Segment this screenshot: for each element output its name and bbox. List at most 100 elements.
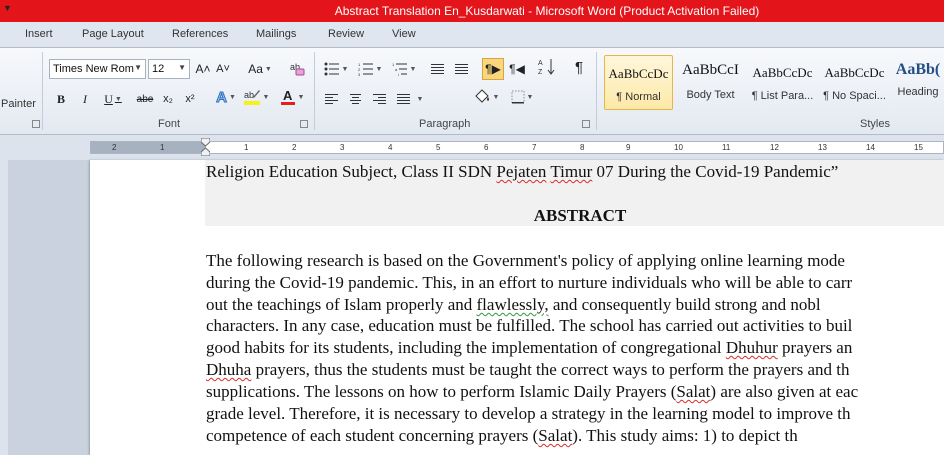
style-heading[interactable]: AaBb( Heading — [892, 55, 944, 110]
text-effects-button[interactable]: A ▼ — [212, 88, 240, 106]
underline-button[interactable]: U ▼ — [100, 90, 126, 108]
ruler-tick: 9 — [626, 143, 631, 152]
grow-font-icon: A˄ — [195, 62, 211, 76]
borders-button[interactable]: ▼ — [508, 88, 536, 106]
group-separator — [596, 52, 597, 130]
tab-references[interactable]: References — [172, 28, 228, 40]
font-dialog-launcher-icon[interactable] — [300, 120, 308, 128]
increase-indent-icon — [454, 63, 468, 75]
subscript-button[interactable]: x₂ — [160, 90, 176, 108]
tab-insert[interactable]: Insert — [25, 28, 53, 40]
multilevel-list-button[interactable]: 1 a i ▼ — [390, 60, 418, 78]
superscript-button[interactable]: x² — [182, 90, 198, 108]
increase-indent-button[interactable] — [452, 60, 470, 78]
styles-group-label: Styles — [860, 118, 890, 130]
chevron-down-icon[interactable]: ▼ — [134, 63, 142, 72]
doc-title-line[interactable]: Religion Education Subject, Class II SDN… — [206, 162, 838, 182]
group-separator — [42, 52, 43, 130]
window-title: Abstract Translation En_Kusdarwati - Mic… — [334, 4, 760, 18]
show-formatting-button[interactable]: ¶ — [570, 58, 588, 76]
ruler-tick: 11 — [722, 143, 731, 152]
align-center-button[interactable] — [346, 90, 364, 108]
ribbon-tabs: Insert Page Layout References Mailings R… — [0, 22, 944, 48]
doc-line[interactable]: out the teachings of Islam properly and … — [206, 295, 821, 315]
ruler-tick: 13 — [818, 143, 827, 152]
svg-text:A: A — [283, 88, 293, 103]
highlighter-icon: ab — [243, 90, 260, 105]
sort-button[interactable]: AZ — [536, 58, 558, 76]
style-no-spacing[interactable]: AaBbCcDc ¶ No Spaci... — [820, 55, 889, 110]
svg-text:i: i — [398, 72, 399, 76]
style-name: ¶ List Para... — [751, 90, 814, 102]
rtl-direction-button[interactable]: ¶◀ — [508, 60, 526, 78]
italic-button[interactable]: I — [78, 90, 92, 108]
group-separator — [314, 52, 315, 130]
doc-line[interactable]: The following research is based on the G… — [206, 251, 845, 271]
style-name: ¶ No Spaci... — [823, 90, 886, 102]
font-name-combo[interactable]: Times New Rom ▼ — [49, 59, 146, 79]
svg-text:Z: Z — [538, 69, 543, 76]
justify-button[interactable] — [394, 90, 412, 108]
clipboard-dialog-launcher-icon[interactable] — [32, 120, 40, 128]
shrink-font-icon: A˅ — [216, 63, 230, 75]
style-list-paragraph[interactable]: AaBbCcDc ¶ List Para... — [748, 55, 817, 110]
clear-formatting-button[interactable]: ab — [286, 59, 308, 77]
tab-view[interactable]: View — [392, 28, 416, 40]
ruler-margin — [90, 141, 206, 154]
doc-line[interactable]: characters. In any case, education must … — [206, 316, 852, 336]
style-name: ¶ Normal — [616, 91, 661, 103]
numbering-button[interactable]: 1 2 3 ▼ — [356, 60, 384, 78]
style-name: Heading — [897, 86, 939, 98]
title-bar: ▼ Abstract Translation En_Kusdarwati - M… — [0, 0, 944, 22]
indent-marker-icon[interactable] — [201, 138, 210, 156]
format-painter-label[interactable]: Painter — [1, 98, 36, 110]
doc-line[interactable]: during the Covid-19 pandemic. This, in a… — [206, 273, 852, 293]
italic-icon: I — [83, 91, 87, 106]
align-left-button[interactable] — [322, 90, 340, 108]
highlight-button[interactable]: ab ▼ — [242, 88, 270, 106]
tab-page-layout[interactable]: Page Layout — [82, 28, 144, 40]
shrink-font-button[interactable]: A˅ — [214, 60, 232, 78]
tab-mailings[interactable]: Mailings — [256, 28, 296, 40]
strikethrough-button[interactable]: abe — [134, 90, 156, 108]
font-color-button[interactable]: A ▼ — [278, 88, 306, 106]
grow-font-button[interactable]: A˄ — [194, 60, 212, 78]
style-body-text[interactable]: AaBbCcI Body Text — [676, 55, 745, 110]
tab-review[interactable]: Review — [328, 28, 364, 40]
doc-line[interactable]: supplications. The lessons on how to per… — [206, 382, 858, 402]
paragraph-group-label: Paragraph — [419, 118, 471, 130]
shading-button[interactable]: ▼ — [472, 88, 500, 106]
paint-bucket-icon — [474, 89, 489, 103]
font-name-value: Times New Rom — [53, 63, 134, 75]
vertical-ruler[interactable] — [0, 160, 8, 455]
superscript-icon: x² — [185, 93, 195, 105]
font-size-combo[interactable]: 12 ▼ — [148, 59, 190, 79]
bold-button[interactable]: B — [54, 90, 68, 108]
style-sample: AaBbCcDc — [752, 65, 813, 80]
align-right-button[interactable] — [370, 90, 388, 108]
doc-line[interactable]: grade level. Therefore, it is necessary … — [206, 404, 851, 424]
abstract-heading[interactable]: ABSTRACT — [205, 206, 944, 226]
align-center-icon — [348, 93, 362, 105]
underline-icon: U — [104, 91, 113, 106]
align-left-icon — [324, 93, 338, 105]
change-case-button[interactable]: Aa ▼ — [246, 60, 274, 78]
font-group-label: Font — [158, 118, 181, 130]
doc-line[interactable]: Dhuha prayers, thus the students must be… — [206, 360, 849, 380]
paragraph-dialog-launcher-icon[interactable] — [582, 120, 590, 128]
doc-line[interactable]: good habits for its students, including … — [206, 338, 852, 358]
ltr-direction-button[interactable]: ¶▶ — [482, 58, 504, 80]
line-spacing-dropdown[interactable]: ▼ — [414, 90, 424, 108]
style-normal[interactable]: AaBbCcDc ¶ Normal — [604, 55, 673, 110]
horizontal-ruler[interactable]: 2 1 1 2 3 4 5 6 7 8 9 10 11 12 13 14 15 — [0, 135, 944, 160]
subscript-icon: x₂ — [163, 93, 173, 105]
chevron-down-icon: ▼ — [416, 95, 424, 103]
doc-line[interactable]: competence of each student concerning pr… — [206, 426, 798, 446]
bullets-button[interactable]: ▼ — [322, 60, 350, 78]
bold-icon: B — [56, 91, 65, 106]
svg-text:3: 3 — [358, 72, 361, 76]
ruler-tick: 8 — [580, 143, 585, 152]
font-color-icon: A — [280, 88, 295, 105]
decrease-indent-button[interactable] — [428, 60, 446, 78]
chevron-down-icon[interactable]: ▼ — [178, 63, 186, 72]
